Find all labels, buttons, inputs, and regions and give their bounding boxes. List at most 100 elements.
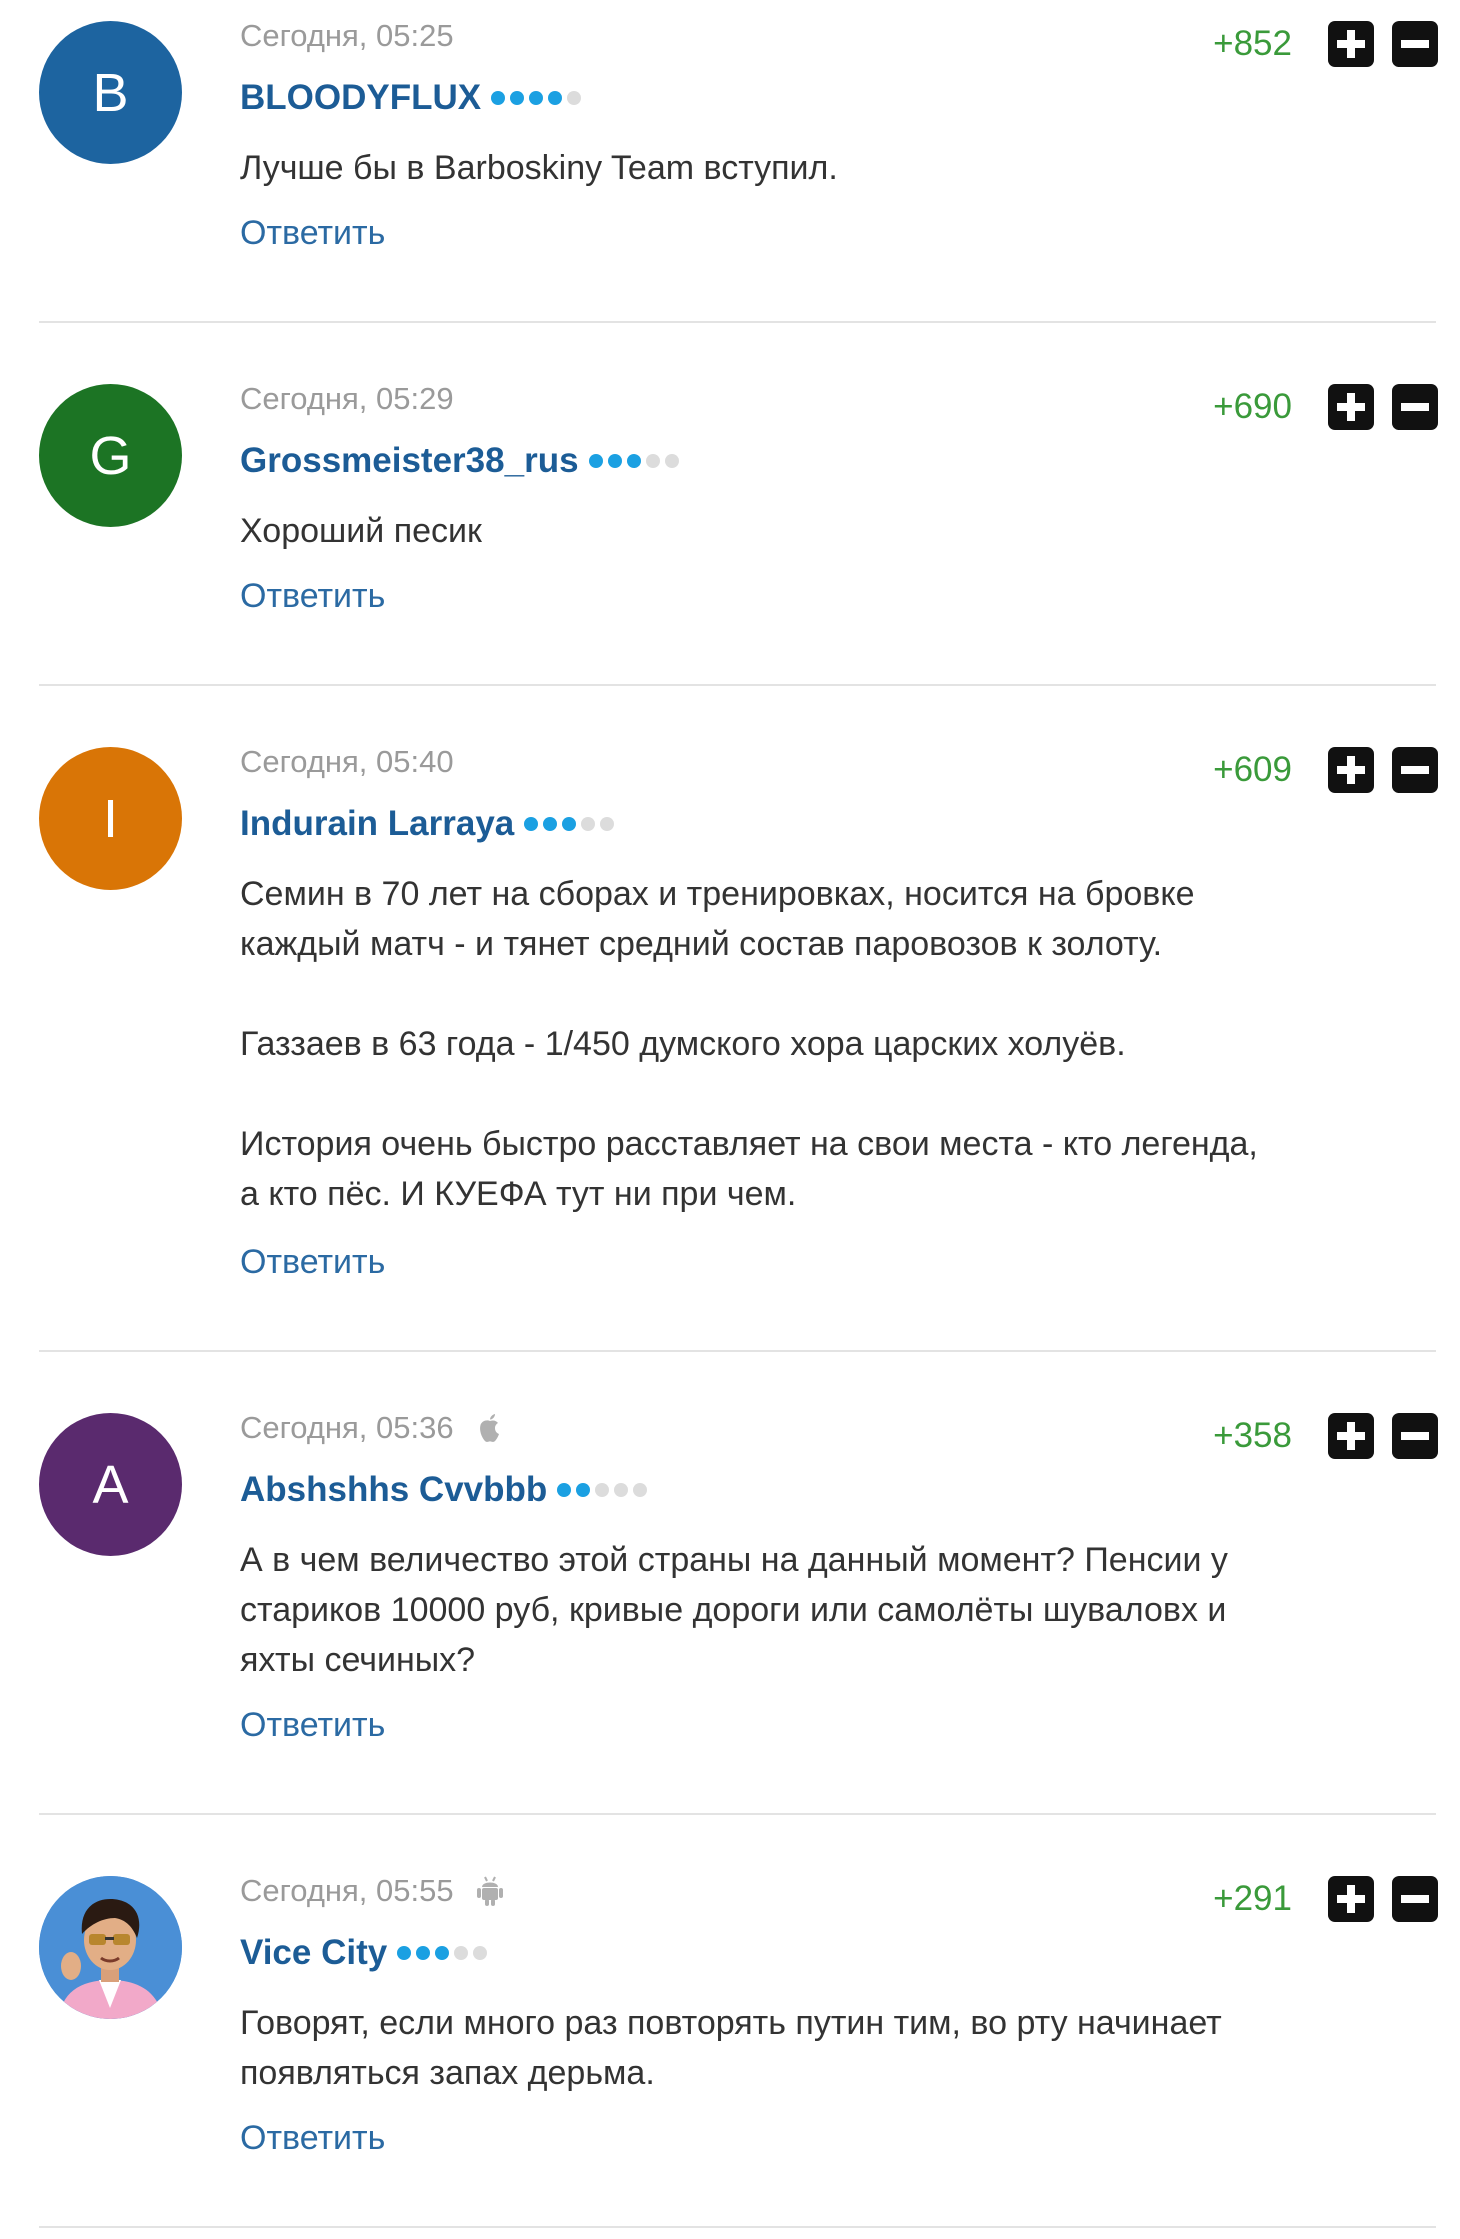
avatar-letter: A: [92, 1454, 129, 1515]
downvote-button[interactable]: [1392, 747, 1438, 793]
author-name[interactable]: Indurain Larraya: [240, 804, 514, 844]
rank-dot: [435, 1946, 450, 1960]
comment-paragraph: Хороший песик: [240, 512, 482, 550]
rank-dot: [626, 454, 641, 468]
rank-dot: [567, 91, 582, 105]
vote-controls: +358: [1213, 1413, 1438, 1459]
comment-divider: [39, 321, 1436, 323]
rank-dot: [614, 1483, 629, 1497]
upvote-button[interactable]: [1328, 384, 1374, 430]
upvote-button[interactable]: [1328, 1413, 1374, 1459]
comment-time: Сегодня, 05:36: [240, 1410, 454, 1445]
comment-meta: Сегодня, 05:29: [240, 381, 454, 417]
rank-dot: [510, 91, 525, 105]
author-row: Grossmeister38_rus: [240, 441, 684, 481]
rank-dot: [581, 817, 596, 831]
comment-paragraph: История очень быстро расставляет на свои…: [240, 1125, 1258, 1213]
avatar[interactable]: G: [39, 384, 182, 527]
apple-icon: [476, 1412, 504, 1444]
vote-controls: +609: [1213, 747, 1438, 793]
comment-divider: [39, 1813, 1436, 1815]
comment-divider: [39, 1350, 1436, 1352]
downvote-button[interactable]: [1392, 384, 1438, 430]
rank-dot: [595, 1483, 610, 1497]
rank-dot: [491, 91, 506, 105]
comment-text: Говорят, если много раз повторять путин …: [240, 1998, 1440, 2098]
avatar[interactable]: I: [39, 747, 182, 890]
reply-link[interactable]: Ответить: [240, 577, 385, 616]
vote-controls: +852: [1213, 21, 1438, 67]
comment-paragraph: Газзаев в 63 года - 1/450 думского хора …: [240, 1025, 1126, 1063]
android-icon: [476, 1875, 504, 1907]
reply-link[interactable]: Ответить: [240, 1706, 385, 1745]
comment-paragraph: Семин в 70 лет на сборах и тренировках, …: [240, 875, 1195, 963]
rank-dot: [473, 1946, 488, 1960]
comment-score: +609: [1213, 750, 1292, 789]
author-name[interactable]: Vice City: [240, 1933, 387, 1973]
comment-paragraph: Говорят, если много раз повторять путин …: [240, 2004, 1222, 2092]
downvote-button[interactable]: [1392, 1413, 1438, 1459]
downvote-button[interactable]: [1392, 1876, 1438, 1922]
reply-link[interactable]: Ответить: [240, 214, 385, 253]
downvote-button[interactable]: [1392, 21, 1438, 67]
comment-divider: [39, 684, 1436, 686]
rank-dot: [557, 1483, 572, 1497]
comment-meta: Сегодня, 05:55: [240, 1873, 504, 1909]
comment-text: Семин в 70 лет на сборах и тренировках, …: [240, 869, 1440, 1219]
upvote-button[interactable]: [1328, 21, 1374, 67]
author-row: BLOODYFLUX: [240, 78, 586, 118]
rank-dot: [548, 91, 563, 105]
rank-indicator: [397, 1946, 492, 1960]
rank-dot: [588, 454, 603, 468]
avatar-letter: I: [102, 788, 118, 849]
rank-dot: [664, 454, 679, 468]
rank-indicator: [557, 1483, 652, 1497]
comment-meta: Сегодня, 05:25: [240, 18, 454, 54]
reply-link[interactable]: Ответить: [240, 1243, 385, 1282]
rank-dot: [562, 817, 577, 831]
comment-time: Сегодня, 05:40: [240, 744, 454, 779]
avatar[interactable]: [39, 1876, 182, 2019]
avatar[interactable]: A: [39, 1413, 182, 1556]
comment-time: Сегодня, 05:55: [240, 1873, 454, 1908]
rank-indicator: [588, 454, 684, 468]
author-name[interactable]: BLOODYFLUX: [240, 78, 481, 118]
reply-link[interactable]: Ответить: [240, 2119, 385, 2158]
comment-meta: Сегодня, 05:36: [240, 1410, 504, 1446]
rank-dot: [607, 454, 622, 468]
rank-indicator: [524, 817, 619, 831]
comment-divider: [39, 2226, 1436, 2228]
rank-dot: [454, 1946, 469, 1960]
avatar-letter: B: [92, 62, 129, 123]
comment-list: B Сегодня, 05:25 +852 BLOODYFLUX Лучше б…: [0, 0, 1460, 2239]
author-row: Indurain Larraya: [240, 804, 619, 844]
comment-score: +291: [1213, 1879, 1292, 1918]
comment-time: Сегодня, 05:29: [240, 381, 454, 416]
upvote-button[interactable]: [1328, 1876, 1374, 1922]
comment-score: +852: [1213, 24, 1292, 63]
comment-text: Хороший песик: [240, 506, 1440, 556]
rank-dot: [524, 817, 539, 831]
rank-dot: [600, 817, 615, 831]
avatar[interactable]: B: [39, 21, 182, 164]
author-row: Abshshhs Cvvbbb: [240, 1470, 652, 1510]
rank-dot: [576, 1483, 591, 1497]
upvote-button[interactable]: [1328, 747, 1374, 793]
rank-dot: [645, 454, 660, 468]
author-row: Vice City: [240, 1933, 492, 1973]
avatar-photo: [39, 1876, 182, 2019]
rank-indicator: [491, 91, 586, 105]
vote-controls: +690: [1213, 384, 1438, 430]
comment-score: +358: [1213, 1416, 1292, 1455]
comment-text: А в чем величество этой страны на данный…: [240, 1535, 1440, 1685]
comment-paragraph: Лучше бы в Barboskiny Team вступил.: [240, 149, 838, 187]
avatar-letter: G: [89, 425, 132, 486]
rank-dot: [543, 817, 558, 831]
rank-dot: [529, 91, 544, 105]
author-name[interactable]: Abshshhs Cvvbbb: [240, 1470, 547, 1510]
comment-text: Лучше бы в Barboskiny Team вступил.: [240, 143, 1440, 193]
author-name[interactable]: Grossmeister38_rus: [240, 441, 579, 481]
comment-meta: Сегодня, 05:40: [240, 744, 454, 780]
comment-paragraph: А в чем величество этой страны на данный…: [240, 1541, 1228, 1679]
rank-dot: [633, 1483, 648, 1497]
